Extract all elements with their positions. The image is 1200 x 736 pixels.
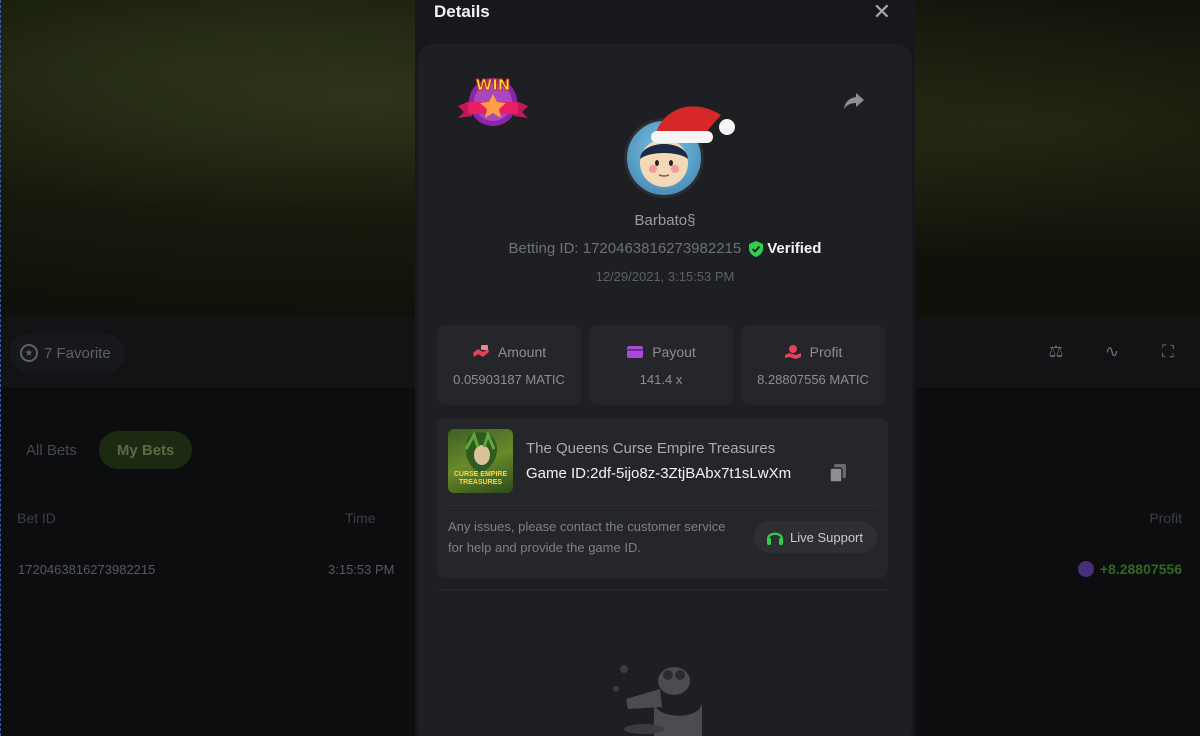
column-time: Time	[345, 510, 376, 526]
star-icon: ★	[20, 344, 38, 362]
game-thumb-title: CURSE EMPIRE TREASURES	[453, 471, 508, 486]
tab-my-bets[interactable]: My Bets	[98, 431, 193, 469]
column-bet-id: Bet ID	[17, 510, 56, 526]
favorite-label: 7 Favorite	[44, 344, 111, 362]
game-divider	[448, 505, 877, 506]
game-thumbnail[interactable]: CURSE EMPIRE TREASURES	[448, 429, 513, 493]
fullscreen-icon[interactable]: ⛶	[1158, 342, 1178, 362]
game-name: The Queens Curse Empire Treasures	[526, 440, 776, 457]
details-modal: Details ✕ WIN Barbato§ Betting ID: 17204…	[415, 0, 915, 736]
toolbar-icons: ⚖ ∿ ⛶	[1046, 342, 1178, 362]
live-support-button[interactable]: Live Support	[754, 521, 877, 553]
copy-icon[interactable]	[830, 464, 846, 482]
row-time: 3:15:53 PM	[328, 562, 395, 577]
stat-profit-value: 8.28807556 MATIC	[757, 371, 869, 387]
stat-profit-label: Profit	[809, 343, 843, 360]
amount-icon	[472, 344, 489, 357]
verified-badge: Verified	[749, 240, 821, 257]
avatar	[624, 106, 735, 198]
bet-stats: Amount 0.05903187 MATIC Payout 141.4 x P…	[437, 325, 885, 405]
matic-coin-icon	[1077, 561, 1094, 577]
balance-icon[interactable]: ⚖	[1046, 342, 1066, 362]
details-card: WIN Barbato§ Betting ID: 172046381627398…	[418, 44, 912, 736]
tab-all-bets[interactable]: All Bets	[8, 431, 95, 469]
bet-timestamp: 12/29/2021, 3:15:53 PM	[595, 269, 735, 284]
stat-amount-label: Amount	[497, 343, 547, 360]
page: ★ 7 Favorite ⚖ ∿ ⛶ All Bets My Bets Bet …	[0, 0, 1200, 736]
svg-text:WIN: WIN	[476, 76, 511, 94]
row-bet-id[interactable]: 1720463816273982215	[18, 562, 155, 577]
trend-icon[interactable]: ∿	[1102, 342, 1122, 362]
row-profit-value: +8.28807556	[1099, 561, 1182, 577]
column-profit: Profit	[1149, 510, 1182, 526]
stat-profit: Profit 8.28807556 MATIC	[741, 325, 885, 405]
live-support-label: Live Support	[790, 529, 863, 545]
santa-hat-icon	[651, 106, 735, 143]
modal-title: Details	[434, 2, 490, 21]
win-badge-icon: WIN	[458, 76, 528, 126]
stat-payout: Payout 141.4 x	[589, 325, 733, 405]
stat-payout-label: Payout	[652, 343, 696, 360]
game-info: CURSE EMPIRE TREASURES The Queens Curse …	[437, 418, 888, 578]
game-id: Game ID:2df-5ijo8z-3ZtjBAbx7t1sLwXm	[526, 465, 792, 482]
profit-icon	[784, 344, 801, 359]
issue-notice: Any issues, please contact the customer …	[448, 519, 726, 555]
verified-label: Verified	[767, 240, 822, 257]
betting-id: Betting ID: 1720463816273982215	[508, 240, 742, 257]
username: Barbato§	[634, 212, 696, 229]
left-edge-guide	[0, 0, 2, 736]
card-divider	[437, 589, 888, 590]
crocodile-mascot-icon	[613, 665, 702, 736]
shield-check-icon	[749, 240, 764, 257]
stat-payout-value: 141.4 x	[639, 371, 683, 387]
share-icon[interactable]	[842, 88, 866, 112]
betting-id-row: Betting ID: 1720463816273982215 Verified	[418, 240, 912, 257]
row-profit: +8.28807556	[1077, 561, 1182, 577]
bets-tabs: All Bets My Bets	[8, 431, 193, 469]
headset-icon	[766, 532, 784, 545]
favorite-button[interactable]: ★ 7 Favorite	[10, 333, 125, 373]
close-icon[interactable]: ✕	[873, 0, 891, 24]
card-icon	[627, 345, 644, 358]
stat-amount-value: 0.05903187 MATIC	[453, 371, 565, 387]
stat-amount: Amount 0.05903187 MATIC	[437, 325, 581, 405]
